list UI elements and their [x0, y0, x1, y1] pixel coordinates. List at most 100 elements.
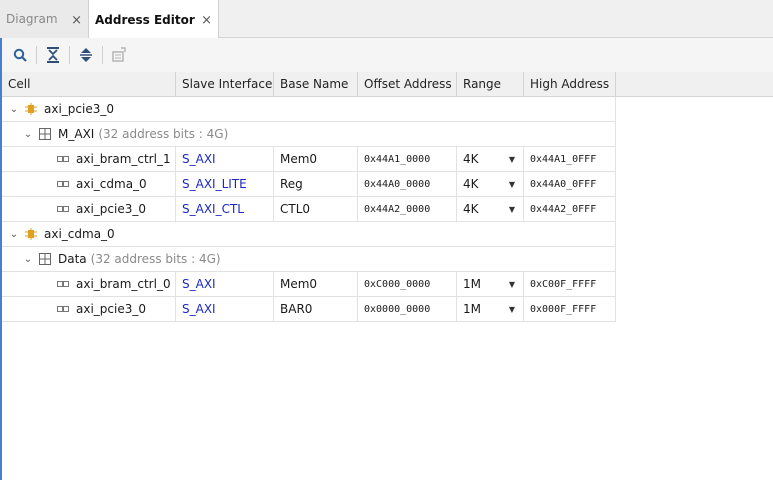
base-name: BAR0	[274, 297, 358, 321]
high-address: 0x44A1_0FFF	[524, 147, 616, 171]
segment-icon	[56, 303, 70, 315]
address-space-icon	[38, 253, 52, 265]
address-space-cell: ⌄ M_AXI (32 address bits : 4G)	[2, 122, 616, 146]
range-select[interactable]: 1M ▼	[457, 297, 524, 321]
col-header-offset-address[interactable]: Offset Address	[358, 72, 457, 96]
cell-label: axi_pcie3_0	[76, 202, 146, 216]
col-header-slave-interface[interactable]: Slave Interface	[176, 72, 274, 96]
cell-name: axi_bram_ctrl_1	[2, 147, 176, 171]
range-value: 1M	[463, 302, 481, 316]
offset-address[interactable]: 0x44A0_0000	[358, 172, 457, 196]
high-address: 0xC00F_FFFF	[524, 272, 616, 296]
range-value: 4K	[463, 202, 479, 216]
collapse-all-icon[interactable]	[43, 45, 63, 65]
offset-address[interactable]: 0x44A1_0000	[358, 147, 457, 171]
address-space-name: Data	[58, 252, 87, 266]
search-icon[interactable]	[10, 45, 30, 65]
table-header: Cell Slave Interface Base Name Offset Ad…	[2, 72, 616, 97]
dropdown-arrow-icon[interactable]: ▼	[509, 155, 515, 164]
table-row[interactable]: axi_cdma_0 S_AXI_LITE Reg 0x44A0_0000 4K…	[2, 172, 616, 197]
slave-interface: S_AXI	[176, 297, 274, 321]
base-name: Mem0	[274, 272, 358, 296]
master-cell: ⌄ axi_pcie3_0	[2, 97, 616, 121]
cell-label: axi_bram_ctrl_0	[76, 277, 171, 291]
col-header-cell[interactable]: Cell	[2, 72, 176, 96]
dropdown-arrow-icon[interactable]: ▼	[509, 280, 515, 289]
cell-name: axi_cdma_0	[2, 172, 176, 196]
master-cell: ⌄ axi_cdma_0	[2, 222, 616, 246]
range-select[interactable]: 1M ▼	[457, 272, 524, 296]
range-value: 4K	[463, 152, 479, 166]
expand-all-icon[interactable]	[76, 45, 96, 65]
table-row[interactable]: axi_pcie3_0 S_AXI BAR0 0x0000_0000 1M ▼ 0…	[2, 297, 616, 322]
segment-icon	[56, 278, 70, 290]
high-address: 0x44A2_0FFF	[524, 197, 616, 221]
high-address: 0x000F_FFFF	[524, 297, 616, 321]
col-header-high-address[interactable]: High Address	[524, 72, 616, 96]
tab-address-editor[interactable]: Address Editor ×	[89, 0, 219, 39]
address-space-note: (32 address bits : 4G)	[98, 127, 229, 141]
segment-icon	[56, 153, 70, 165]
ip-block-icon	[24, 228, 38, 240]
master-name: axi_pcie3_0	[44, 102, 114, 116]
tree-row-address-space[interactable]: ⌄ Data (32 address bits : 4G)	[2, 247, 616, 272]
range-select[interactable]: 4K ▼	[457, 172, 524, 196]
toolbar-separator	[36, 46, 37, 64]
table-row[interactable]: axi_bram_ctrl_0 S_AXI Mem0 0xC000_0000 1…	[2, 272, 616, 297]
segment-icon	[56, 178, 70, 190]
dropdown-arrow-icon[interactable]: ▼	[509, 180, 515, 189]
slave-interface: S_AXI_CTL	[176, 197, 274, 221]
table-row[interactable]: axi_pcie3_0 S_AXI_CTL CTL0 0x44A2_0000 4…	[2, 197, 616, 222]
table-row[interactable]: axi_bram_ctrl_1 S_AXI Mem0 0x44A1_0000 4…	[2, 147, 616, 172]
col-header-range[interactable]: Range	[457, 72, 524, 96]
slave-interface: S_AXI	[176, 272, 274, 296]
toolbar-separator	[102, 46, 103, 64]
tab-diagram-close-icon[interactable]: ×	[71, 14, 82, 27]
base-name: Reg	[274, 172, 358, 196]
range-select[interactable]: 4K ▼	[457, 197, 524, 221]
ip-block-icon	[24, 103, 38, 115]
offset-address[interactable]: 0x44A2_0000	[358, 197, 457, 221]
address-table: Cell Slave Interface Base Name Offset Ad…	[2, 72, 616, 322]
range-value: 1M	[463, 277, 481, 291]
tab-diagram-label: Diagram	[6, 12, 58, 26]
base-name: Mem0	[274, 147, 358, 171]
cell-name: axi_pcie3_0	[2, 197, 176, 221]
header-filler	[616, 72, 773, 97]
toolbar	[2, 38, 773, 72]
slave-interface: S_AXI_LITE	[176, 172, 274, 196]
cell-name: axi_pcie3_0	[2, 297, 176, 321]
dropdown-arrow-icon[interactable]: ▼	[509, 205, 515, 214]
cell-name: axi_bram_ctrl_0	[2, 272, 176, 296]
segment-icon	[56, 203, 70, 215]
tab-address-editor-label: Address Editor	[95, 12, 195, 27]
offset-address[interactable]: 0x0000_0000	[358, 297, 457, 321]
tree-row-master[interactable]: ⌄ axi_cdma_0	[2, 222, 616, 247]
cell-label: axi_cdma_0	[76, 177, 147, 191]
chevron-down-icon[interactable]: ⌄	[22, 129, 34, 140]
range-value: 4K	[463, 177, 479, 191]
address-space-note: (32 address bits : 4G)	[90, 252, 221, 266]
slave-interface: S_AXI	[176, 147, 274, 171]
tree-row-master[interactable]: ⌄ axi_pcie3_0	[2, 97, 616, 122]
tree-row-address-space[interactable]: ⌄ M_AXI (32 address bits : 4G)	[2, 122, 616, 147]
cell-label: axi_bram_ctrl_1	[76, 152, 171, 166]
address-space-cell: ⌄ Data (32 address bits : 4G)	[2, 247, 616, 271]
cell-label: axi_pcie3_0	[76, 302, 146, 316]
range-select[interactable]: 4K ▼	[457, 147, 524, 171]
master-name: axi_cdma_0	[44, 227, 115, 241]
address-space-icon	[38, 128, 52, 140]
tab-bar: Diagram × Address Editor ×	[0, 0, 773, 39]
toolbar-separator	[69, 46, 70, 64]
col-header-base-name[interactable]: Base Name	[274, 72, 358, 96]
high-address: 0x44A0_0FFF	[524, 172, 616, 196]
tab-address-editor-close-icon[interactable]: ×	[201, 14, 212, 27]
dropdown-arrow-icon[interactable]: ▼	[509, 305, 515, 314]
tab-diagram[interactable]: Diagram ×	[0, 0, 89, 38]
offset-address[interactable]: 0xC000_0000	[358, 272, 457, 296]
chevron-down-icon[interactable]: ⌄	[8, 229, 20, 240]
auto-assign-icon	[109, 45, 129, 65]
chevron-down-icon[interactable]: ⌄	[22, 254, 34, 265]
address-space-name: M_AXI	[58, 127, 95, 141]
chevron-down-icon[interactable]: ⌄	[8, 104, 20, 115]
